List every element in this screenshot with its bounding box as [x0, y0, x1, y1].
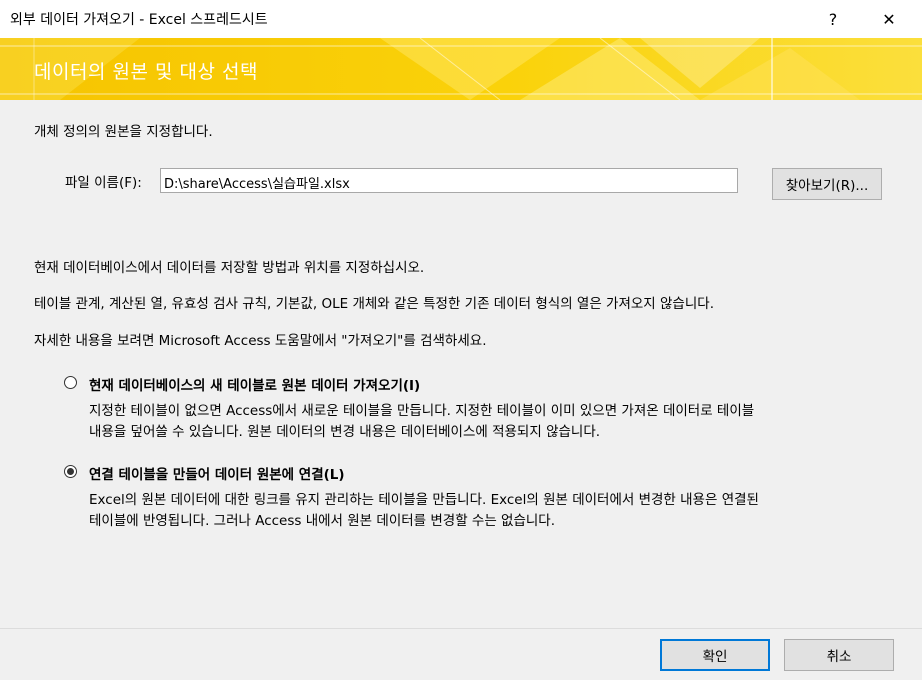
info-line-3: 자세한 내용을 보려면 Microsoft Access 도움말에서 "가져오기… — [34, 333, 487, 349]
close-icon: ✕ — [882, 9, 896, 29]
file-name-label: 파일 이름(F): — [65, 175, 142, 191]
info-line-1: 현재 데이터베이스에서 데이터를 저장할 방법과 위치를 지정하십시오. — [34, 260, 425, 276]
header-banner: 데이터의 원본 및 대상 선택 — [0, 38, 922, 100]
link-option-radio[interactable] — [64, 465, 77, 478]
link-option-desc-line-1: Excel의 원본 데이터에 대한 링크를 유지 관리하는 테이블을 만듭니다.… — [89, 492, 759, 508]
import-option-description: 지정한 테이블이 없으면 Access에서 새로운 테이블을 만듭니다. 지정한… — [89, 401, 889, 443]
banner-heading: 데이터의 원본 및 대상 선택 — [34, 61, 258, 83]
footer-divider — [0, 628, 922, 629]
cancel-button[interactable]: 취소 — [784, 639, 894, 671]
file-name-input[interactable]: D:\share\Access\실습파일.xlsx — [160, 168, 738, 193]
radio-selected-dot — [67, 468, 74, 475]
close-button[interactable]: ✕ — [866, 0, 912, 38]
help-button[interactable]: ? — [810, 0, 856, 38]
browse-button-label: 찾아보기(R)... — [785, 178, 869, 194]
ok-button-label: 확인 — [702, 649, 728, 665]
import-option-desc-line-1: 지정한 테이블이 없으면 Access에서 새로운 테이블을 만듭니다. 지정한… — [89, 403, 755, 419]
import-option-desc-line-2: 내용을 덮어쓸 수 있습니다. 원본 데이터의 변경 내용은 데이터베이스에 적… — [89, 424, 601, 440]
window-title: 외부 데이터 가져오기 - Excel 스프레드시트 — [10, 12, 268, 28]
link-option-desc-line-2: 테이블에 반영됩니다. 그러나 Access 내에서 원본 데이터를 변경할 수… — [89, 513, 556, 529]
import-option-label[interactable]: 현재 데이터베이스의 새 테이블로 원본 데이터 가져오기(I) — [89, 374, 420, 394]
info-line-2: 테이블 관계, 계산된 열, 유효성 검사 규칙, 기본값, OLE 개체와 같… — [34, 296, 714, 312]
source-intro: 개체 정의의 원본을 지정합니다. — [34, 124, 213, 140]
title-bar: 외부 데이터 가져오기 - Excel 스프레드시트 ? ✕ — [0, 0, 922, 38]
link-option-label[interactable]: 연결 테이블을 만들어 데이터 원본에 연결(L) — [89, 463, 345, 483]
cancel-button-label: 취소 — [826, 649, 852, 665]
ok-button[interactable]: 확인 — [660, 639, 770, 671]
help-icon: ? — [828, 9, 838, 29]
browse-button[interactable]: 찾아보기(R)... — [772, 168, 882, 200]
link-option-description: Excel의 원본 데이터에 대한 링크를 유지 관리하는 테이블을 만듭니다.… — [89, 490, 889, 532]
import-option-radio[interactable] — [64, 376, 77, 389]
